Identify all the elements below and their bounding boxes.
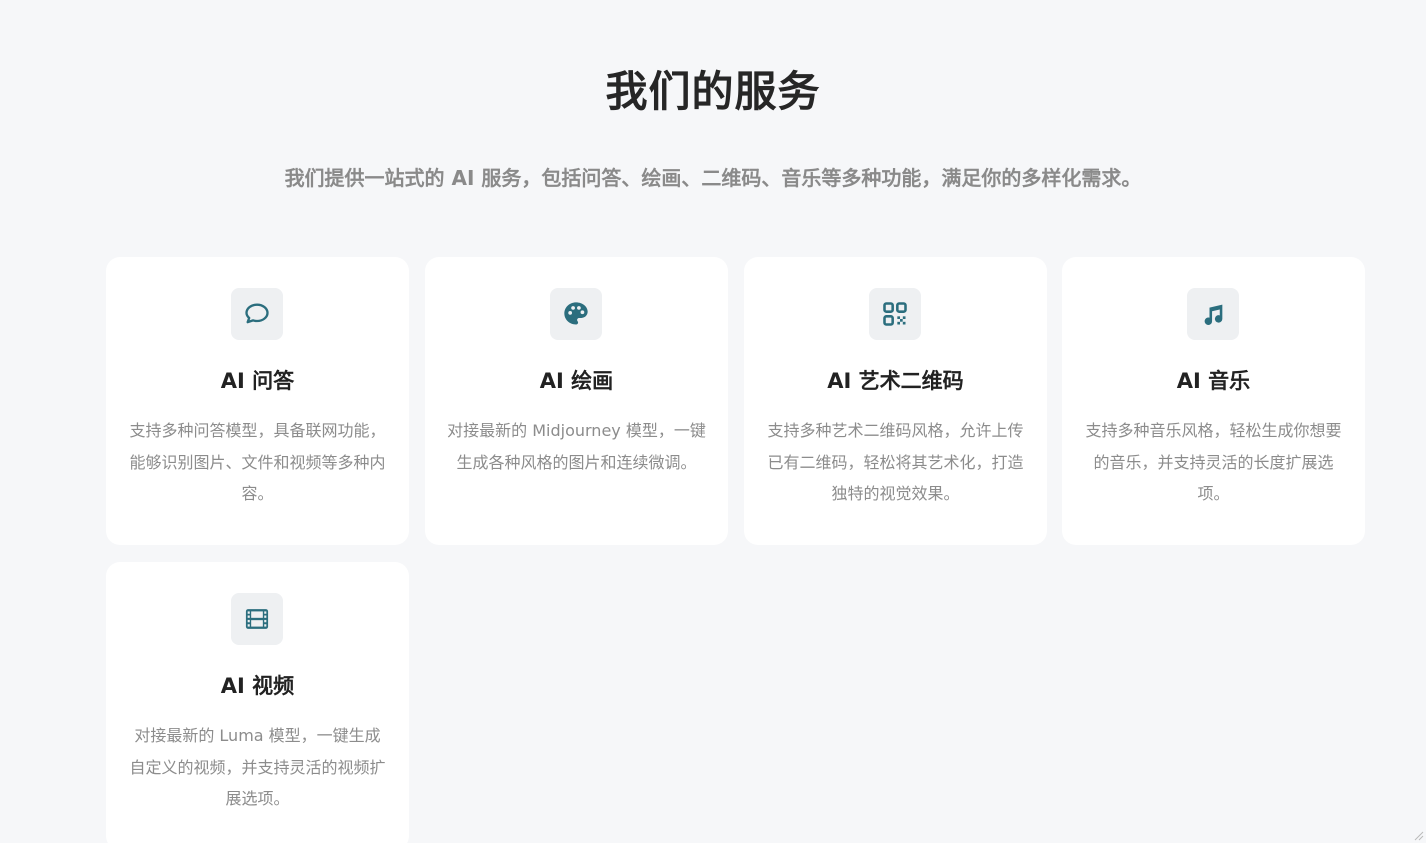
chat-bubble-icon xyxy=(231,288,283,340)
service-card-description: 对接最新的 Luma 模型，一键生成自定义的视频，并支持灵活的视频扩展选项。 xyxy=(129,726,386,808)
qr-code-icon xyxy=(869,288,921,340)
page-subtitle: 我们提供一站式的 AI 服务，包括问答、绘画、二维码、音乐等多种功能，满足你的多… xyxy=(284,166,1142,190)
service-card-ai-video[interactable]: AI 视频 对接最新的 Luma 模型，一键生成自定义的视频，并支持灵活的视频扩… xyxy=(106,562,409,843)
service-card-description: 对接最新的 Midjourney 模型，一键生成各种风格的图片和连续微调。 xyxy=(447,421,706,472)
service-card-title: AI 视频 xyxy=(220,674,295,698)
service-card-description: 支持多种问答模型，具备联网功能，能够识别图片、文件和视频等多种内容。 xyxy=(129,421,386,503)
page-title: 我们的服务 xyxy=(605,67,821,116)
service-card-title: AI 艺术二维码 xyxy=(827,369,964,393)
service-card-description: 支持多种艺术二维码风格，允许上传已有二维码，轻松将其艺术化，打造独特的视觉效果。 xyxy=(767,421,1024,503)
service-card-title: AI 绘画 xyxy=(539,369,614,393)
service-card-title: AI 问答 xyxy=(220,369,295,393)
music-note-icon xyxy=(1187,288,1239,340)
service-card-ai-painting[interactable]: AI 绘画 对接最新的 Midjourney 模型，一键生成各种风格的图片和连续… xyxy=(425,257,728,545)
services-page: 我们的服务 我们提供一站式的 AI 服务，包括问答、绘画、二维码、音乐等多种功能… xyxy=(0,0,1426,843)
service-card-ai-qr-code[interactable]: AI 艺术二维码 支持多种艺术二维码风格，允许上传已有二维码，轻松将其艺术化，打… xyxy=(744,257,1047,545)
film-icon xyxy=(231,593,283,645)
resize-corner-icon xyxy=(1414,831,1424,841)
palette-icon xyxy=(550,288,602,340)
service-card-title: AI 音乐 xyxy=(1176,369,1251,393)
service-card-ai-chat[interactable]: AI 问答 支持多种问答模型，具备联网功能，能够识别图片、文件和视频等多种内容。 xyxy=(106,257,409,545)
service-card-description: 支持多种音乐风格，轻松生成你想要的音乐，并支持灵活的长度扩展选项。 xyxy=(1085,421,1342,503)
service-card-ai-music[interactable]: AI 音乐 支持多种音乐风格，轻松生成你想要的音乐，并支持灵活的长度扩展选项。 xyxy=(1062,257,1365,545)
